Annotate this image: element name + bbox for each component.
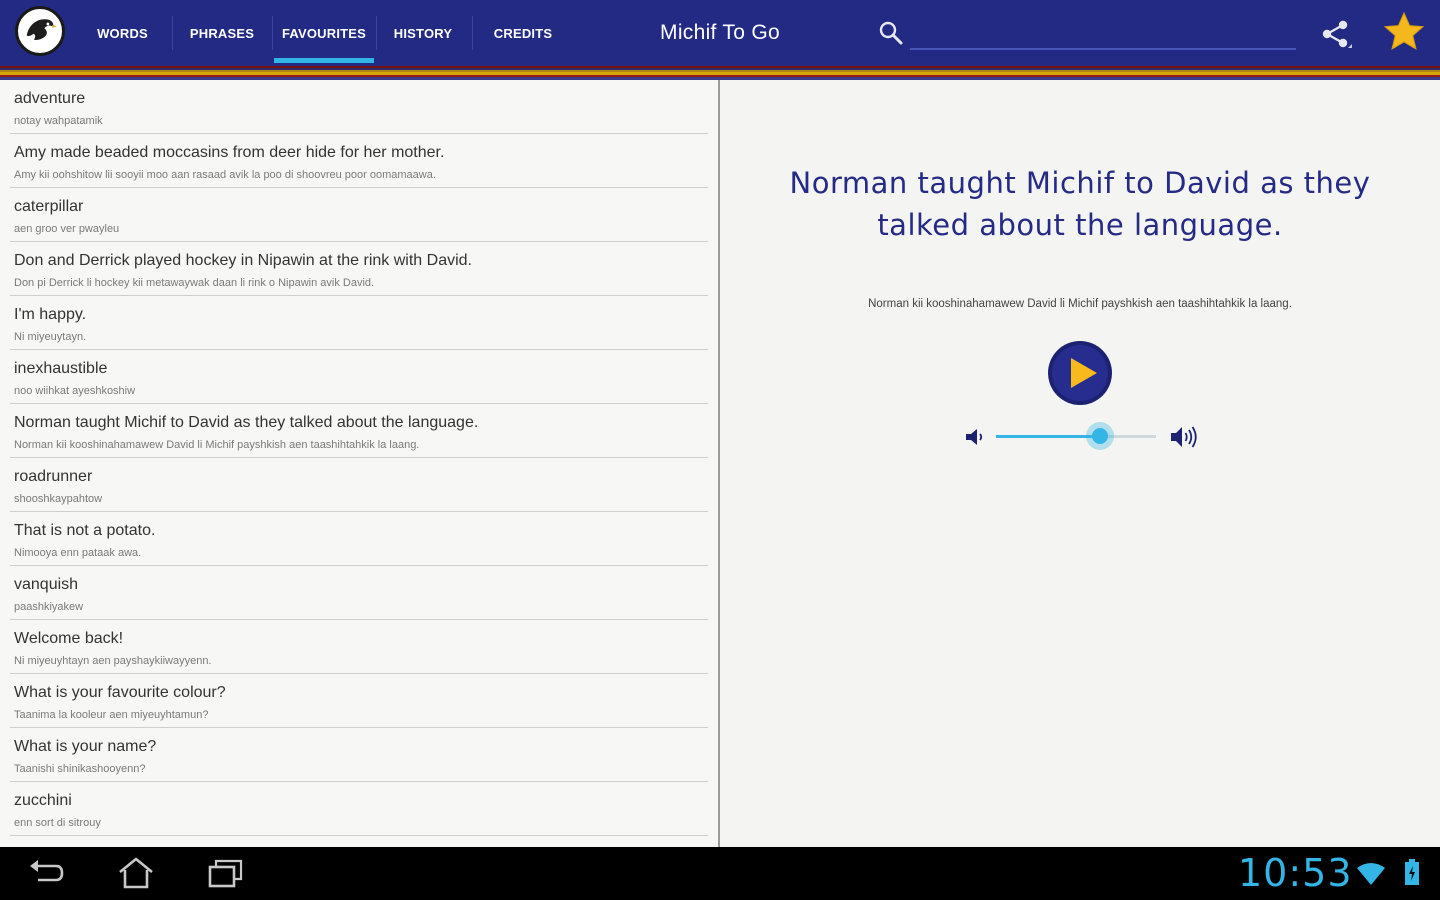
- list-item[interactable]: adventure notay wahpatamik: [0, 80, 718, 134]
- decorative-stripes: [0, 66, 1440, 80]
- list-item[interactable]: roadrunner shooshkaypahtow: [0, 458, 718, 512]
- tab-separator: [272, 16, 273, 50]
- star-icon[interactable]: [1382, 10, 1426, 54]
- list-item-michif: Amy kii oohshitow lii sooyii moo aan ras…: [14, 169, 436, 181]
- tab-separator: [172, 16, 173, 50]
- phrase-detail: Norman taught Michif to David as they ta…: [720, 80, 1440, 847]
- list-item-michif: Ni miyeuytayn.: [14, 331, 87, 343]
- list-item-english: adventure: [14, 90, 86, 107]
- volume-fill: [996, 435, 1100, 438]
- list-item[interactable]: What is your name? Taanishi shinikashooy…: [0, 728, 718, 782]
- list-item-michif: noo wiihkat ayeshkoshiw: [14, 385, 136, 397]
- list-item[interactable]: What is your favourite colour? Taanima l…: [0, 674, 718, 728]
- list-item-michif: notay wahpatamik: [14, 115, 103, 127]
- list-item-michif: Taanishi shinikashooyenn?: [14, 763, 146, 775]
- eagle-logo-icon[interactable]: [15, 6, 65, 56]
- list-item-english: Don and Derrick played hockey in Nipawin…: [14, 252, 472, 269]
- list-item-michif: Nimooya enn pataak awa.: [14, 547, 142, 559]
- share-icon[interactable]: [1318, 17, 1354, 51]
- list-item[interactable]: Welcome back! Ni miyeuyhtayn aen payshay…: [0, 620, 718, 674]
- list-item-michif: Norman kii kooshinahamawew David li Mich…: [14, 439, 420, 451]
- battery-icon: [1405, 859, 1419, 885]
- search-input[interactable]: [910, 18, 1296, 50]
- tab-credits[interactable]: CREDITS: [474, 0, 572, 66]
- list-item-english: vanquish: [14, 576, 79, 593]
- tab-favourites[interactable]: FAVOURITES: [274, 0, 374, 66]
- tab-separator: [472, 16, 473, 50]
- list-item[interactable]: zucchini enn sort di sitrouy: [0, 782, 718, 836]
- list-item[interactable]: I'm happy. Ni miyeuytayn.: [0, 296, 718, 350]
- back-icon[interactable]: [26, 857, 66, 889]
- list-item-english: zucchini: [14, 792, 72, 809]
- play-button[interactable]: [1047, 340, 1113, 406]
- list-item-michif: paashkiyakew: [14, 601, 84, 613]
- list-item[interactable]: Don and Derrick played hockey in Nipawin…: [0, 242, 718, 296]
- list-item-english: I'm happy.: [14, 306, 87, 323]
- search-icon[interactable]: [878, 20, 904, 46]
- volume-high-icon: [1171, 426, 1197, 448]
- list-divider: [10, 835, 708, 836]
- volume-slider[interactable]: [996, 420, 1156, 452]
- volume-thumb[interactable]: [1086, 422, 1114, 450]
- list-item-english: Norman taught Michif to David as they ta…: [14, 414, 479, 431]
- action-bar: WORDS PHRASES FAVOURITES HISTORY CREDITS…: [0, 0, 1440, 66]
- list-item[interactable]: Norman taught Michif to David as they ta…: [0, 404, 718, 458]
- list-item-michif: enn sort di sitrouy: [14, 817, 101, 829]
- status-clock: 10:53: [1238, 851, 1353, 895]
- list-item-english: roadrunner: [14, 468, 93, 485]
- list-item-english: That is not a potato.: [14, 522, 156, 539]
- list-item[interactable]: Amy made beaded moccasins from deer hide…: [0, 134, 718, 188]
- list-item-michif: aen groo ver pwayleu: [14, 223, 120, 235]
- recent-apps-icon[interactable]: [206, 857, 246, 889]
- tab-phrases[interactable]: PHRASES: [174, 0, 270, 66]
- system-navigation-bar: 10:53: [0, 847, 1440, 900]
- list-item-michif: Ni miyeuyhtayn aen payshaykiiwayyenn.: [14, 655, 212, 667]
- selected-tab-indicator: [274, 58, 374, 63]
- phrase-english: Norman taught Michif to David as they ta…: [789, 166, 1371, 242]
- tab-history[interactable]: HISTORY: [377, 0, 469, 66]
- list-item-michif: shooshkaypahtow: [14, 493, 103, 505]
- list-item-english: Welcome back!: [14, 630, 124, 647]
- wifi-icon: [1357, 863, 1385, 885]
- home-icon[interactable]: [116, 857, 156, 889]
- list-item-english: What is your name?: [14, 738, 157, 755]
- list-item[interactable]: caterpillar aen groo ver pwayleu: [0, 188, 718, 242]
- list-item[interactable]: That is not a potato. Nimooya enn pataak…: [0, 512, 718, 566]
- list-item-michif: Taanima la kooleur aen miyeuyhtamun?: [14, 709, 209, 721]
- list-item[interactable]: inexhaustible noo wiihkat ayeshkoshiw: [0, 350, 718, 404]
- list-item-english: What is your favourite colour?: [14, 684, 226, 701]
- favourites-list[interactable]: adventure notay wahpatamik Amy made bead…: [0, 80, 718, 847]
- tab-words[interactable]: WORDS: [75, 0, 170, 66]
- list-item-english: Amy made beaded moccasins from deer hide…: [14, 144, 445, 161]
- app-title: Michif To Go: [660, 21, 780, 44]
- list-item-michif: Don pi Derrick li hockey kii metawaywak …: [14, 277, 375, 289]
- list-item-english: inexhaustible: [14, 360, 108, 377]
- phrase-michif: Norman kii kooshinahamawew David li Mich…: [868, 298, 1292, 310]
- volume-low-icon: [966, 429, 983, 445]
- list-item[interactable]: vanquish paashkiyakew: [0, 566, 718, 620]
- list-item-english: caterpillar: [14, 198, 84, 215]
